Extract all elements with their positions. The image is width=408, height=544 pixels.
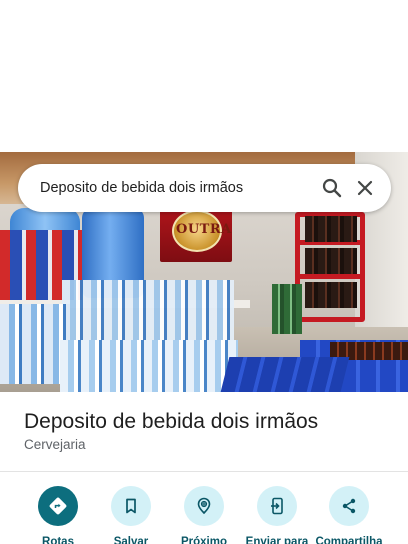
send-to-phone-label: Enviar para bbox=[245, 536, 309, 544]
soda-rack-shelf bbox=[295, 274, 365, 279]
green-bottles bbox=[272, 284, 302, 334]
directions-label: Rotas bbox=[42, 536, 74, 544]
search-input[interactable]: Deposito de bebida dois irmãos bbox=[40, 164, 243, 212]
save-button[interactable]: Salvar bbox=[95, 486, 167, 544]
beer-crate bbox=[220, 357, 350, 392]
soda-bottles bbox=[305, 216, 357, 242]
place-category[interactable]: Cervejaria bbox=[24, 437, 86, 452]
beer-poster-text: OUTRA bbox=[176, 222, 232, 237]
share-button[interactable]: Compartilha bbox=[313, 486, 385, 544]
nearby-icon bbox=[184, 486, 224, 526]
search-bar[interactable]: Deposito de bebida dois irmãos bbox=[18, 164, 391, 212]
nearby-button[interactable]: Próximo bbox=[168, 486, 240, 544]
soda-bottles bbox=[305, 248, 357, 274]
divider bbox=[0, 471, 408, 472]
save-label: Salvar bbox=[113, 536, 149, 544]
close-icon[interactable] bbox=[353, 176, 377, 200]
nearby-label: Próximo bbox=[180, 536, 227, 544]
place-title: Deposito de bebida dois irmãos bbox=[24, 410, 319, 433]
search-icon[interactable] bbox=[320, 176, 344, 200]
share-label: Compartilha bbox=[315, 536, 383, 544]
screen: OUTRA Deposito de bebida dois irmãos Dep… bbox=[0, 0, 408, 544]
share-icon bbox=[329, 486, 369, 526]
bookmark-icon bbox=[111, 486, 151, 526]
water-bottle-packs bbox=[62, 280, 234, 342]
soda-bottles bbox=[305, 282, 357, 308]
water-bottle-packs bbox=[60, 340, 238, 392]
send-to-phone-button[interactable]: Enviar para bbox=[241, 486, 313, 544]
send-to-phone-icon bbox=[257, 486, 297, 526]
directions-button[interactable]: Rotas bbox=[22, 486, 94, 544]
directions-icon bbox=[38, 486, 78, 526]
